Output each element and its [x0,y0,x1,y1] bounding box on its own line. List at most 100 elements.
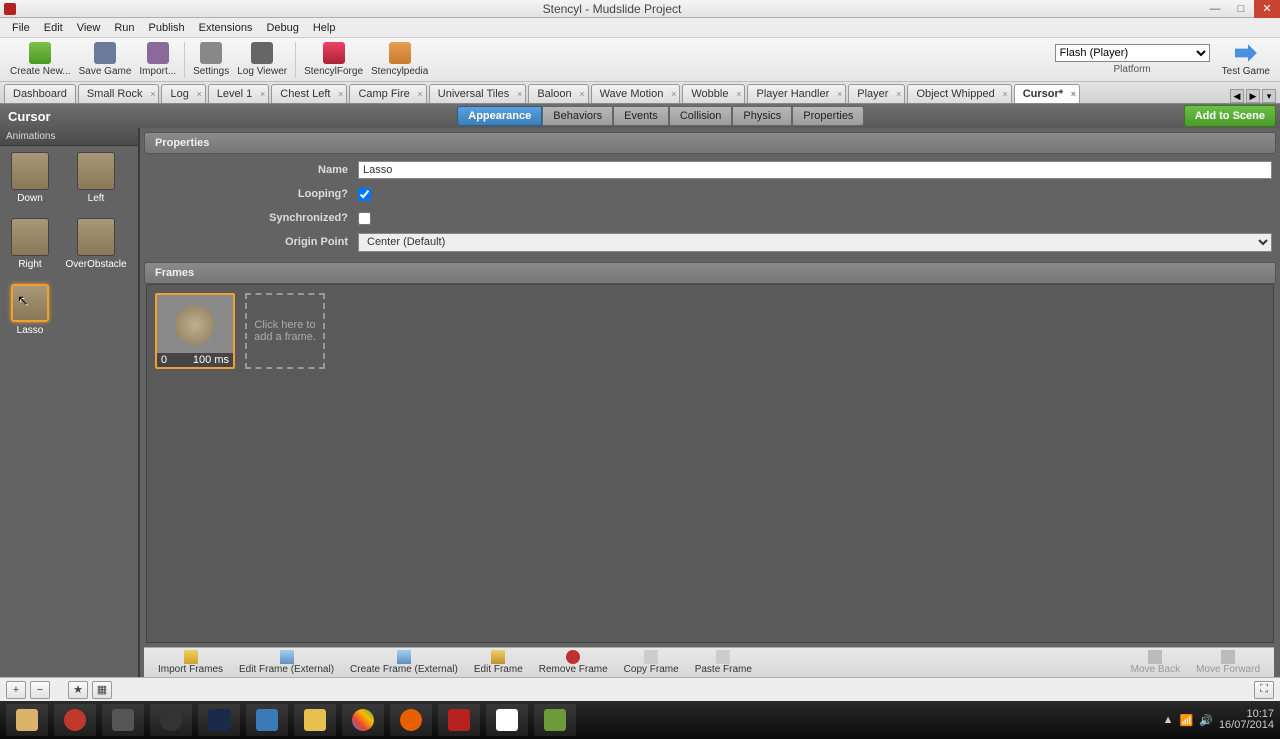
tab-camp-fire[interactable]: Camp Fire× [349,84,426,103]
tab-level1[interactable]: Level 1× [208,84,269,103]
taskbar-item[interactable] [294,704,336,736]
subtab-events[interactable]: Events [613,106,669,126]
import-button[interactable]: Import... [135,40,180,79]
menu-help[interactable]: Help [307,20,342,36]
platform-select[interactable]: Flash (Player) [1055,44,1210,62]
animation-right[interactable]: Right [6,218,54,270]
tab-player[interactable]: Player× [848,84,905,103]
subtab-properties[interactable]: Properties [792,106,864,126]
tray-network-icon[interactable]: 📶 [1180,714,1194,727]
tab-dashboard[interactable]: Dashboard [4,84,76,103]
minimize-button[interactable]: — [1202,0,1228,18]
name-input[interactable] [358,161,1272,179]
test-game-button[interactable]: Test Game [1218,40,1274,79]
tab-chest-left[interactable]: Chest Left× [271,84,347,103]
copy-frame-button[interactable]: Copy Frame [616,650,687,675]
taskbar-item[interactable] [342,704,384,736]
add-button[interactable]: + [6,681,26,699]
tray-flag-icon[interactable]: ▲ [1163,714,1174,726]
tray-clock[interactable]: 10:17 16/07/2014 [1219,709,1274,731]
menu-publish[interactable]: Publish [143,20,191,36]
titlebar: Stencyl - Mudslide Project — □ ✕ [0,0,1280,18]
close-icon[interactable]: × [338,89,343,99]
remove-frame-button[interactable]: Remove Frame [531,650,616,675]
taskbar-item[interactable] [150,704,192,736]
edit-frame-button[interactable]: Edit Frame [466,650,531,675]
move-forward-button[interactable]: Move Forward [1188,650,1268,675]
close-icon[interactable]: × [197,89,202,99]
import-frames-button[interactable]: Import Frames [150,650,231,675]
create-new-button[interactable]: Create New... [6,40,75,79]
close-icon[interactable]: × [837,89,842,99]
taskbar-item[interactable] [102,704,144,736]
subtab-physics[interactable]: Physics [732,106,792,126]
save-game-button[interactable]: Save Game [75,40,136,79]
taskbar-item[interactable] [54,704,96,736]
animation-overobstacle[interactable]: OverObstacle [72,218,120,270]
tab-universal-tiles[interactable]: Universal Tiles× [429,84,527,103]
tab-log[interactable]: Log× [161,84,205,103]
menu-edit[interactable]: Edit [38,20,69,36]
close-icon[interactable]: × [1071,89,1076,99]
tab-next-icon[interactable]: ▶ [1246,89,1260,103]
stencylpedia-button[interactable]: Stencylpedia [367,40,432,79]
tab-wobble[interactable]: Wobble× [682,84,745,103]
settings-button[interactable]: Settings [189,40,233,79]
tab-object-whipped[interactable]: Object Whipped× [907,84,1011,103]
taskbar-item[interactable] [6,704,48,736]
tab-cursor[interactable]: Cursor*× [1014,84,1080,103]
grid-icon[interactable]: ▦ [92,681,112,699]
animation-lasso[interactable]: ↖Lasso [6,284,54,336]
star-icon[interactable]: ★ [68,681,88,699]
tab-player-handler[interactable]: Player Handler× [747,84,846,103]
taskbar-item[interactable] [486,704,528,736]
paste-frame-button[interactable]: Paste Frame [687,650,760,675]
looping-label: Looping? [148,188,358,200]
menu-debug[interactable]: Debug [260,20,304,36]
menu-extensions[interactable]: Extensions [193,20,259,36]
close-icon[interactable]: × [579,89,584,99]
tab-wave-motion[interactable]: Wave Motion× [591,84,681,103]
create-frame-external-button[interactable]: Create Frame (External) [342,650,466,675]
add-frame-slot[interactable]: Click here to add a frame. [245,293,325,369]
tab-small-rock[interactable]: Small Rock× [78,84,160,103]
animation-down[interactable]: Down [6,152,54,204]
animation-left[interactable]: Left [72,152,120,204]
tray-volume-icon[interactable]: 🔊 [1199,714,1213,727]
subtab-collision[interactable]: Collision [669,106,733,126]
subtab-behaviors[interactable]: Behaviors [542,106,613,126]
log-viewer-button[interactable]: Log Viewer [233,40,291,79]
close-icon[interactable]: × [517,89,522,99]
close-icon[interactable]: × [150,89,155,99]
tab-baloon[interactable]: Baloon× [528,84,588,103]
close-icon[interactable]: × [1002,89,1007,99]
taskbar-item[interactable] [390,704,432,736]
subtab-appearance[interactable]: Appearance [457,106,542,126]
menu-run[interactable]: Run [108,20,140,36]
close-icon[interactable]: × [260,89,265,99]
origin-select[interactable]: Center (Default) [358,233,1272,252]
frame-0[interactable]: 0100 ms [155,293,235,369]
taskbar-item[interactable] [246,704,288,736]
close-icon[interactable]: × [896,89,901,99]
close-icon[interactable]: × [418,89,423,99]
menu-view[interactable]: View [71,20,107,36]
tab-list-icon[interactable]: ▾ [1262,89,1276,103]
tab-prev-icon[interactable]: ◀ [1230,89,1244,103]
menu-file[interactable]: File [6,20,36,36]
synchronized-checkbox[interactable] [358,212,371,225]
add-to-scene-button[interactable]: Add to Scene [1184,105,1276,127]
close-icon[interactable]: × [736,89,741,99]
taskbar-item[interactable] [198,704,240,736]
remove-button[interactable]: − [30,681,50,699]
close-icon[interactable]: × [671,89,676,99]
looping-checkbox[interactable] [358,188,371,201]
taskbar-item[interactable] [534,704,576,736]
maximize-button[interactable]: □ [1228,0,1254,18]
move-back-button[interactable]: Move Back [1123,650,1188,675]
stencylforge-button[interactable]: StencylForge [300,40,367,79]
expand-icon[interactable]: ⛶ [1254,681,1274,699]
edit-frame-external-button[interactable]: Edit Frame (External) [231,650,342,675]
taskbar-item[interactable] [438,704,480,736]
close-button[interactable]: ✕ [1254,0,1280,18]
